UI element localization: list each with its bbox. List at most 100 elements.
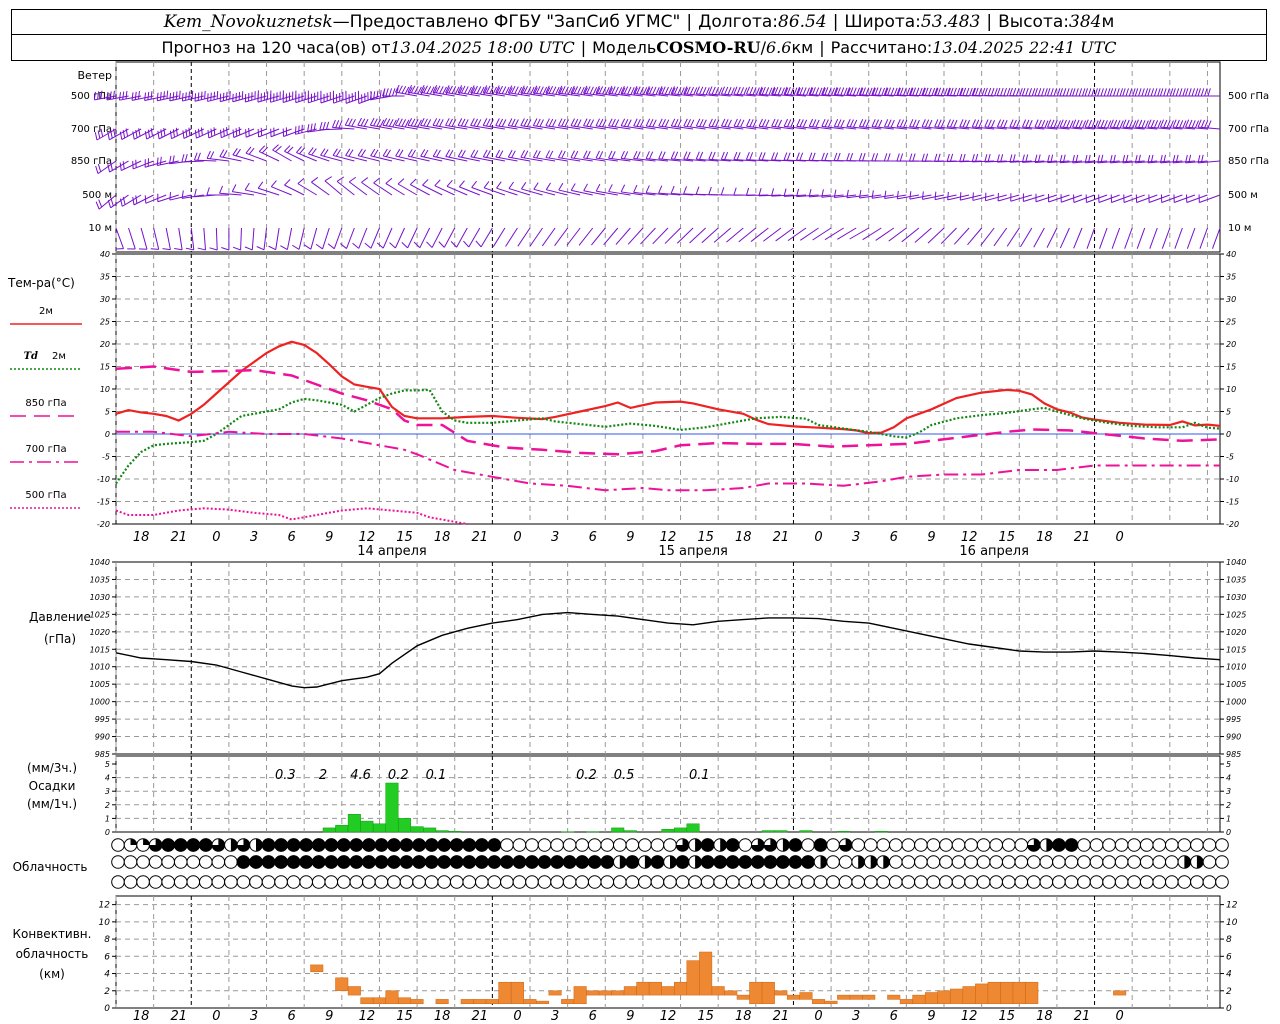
wind-barb-shaft bbox=[1086, 227, 1096, 249]
cloud-cover-symbol bbox=[788, 875, 803, 889]
cloud-circle bbox=[939, 838, 953, 852]
convective-bar bbox=[837, 994, 851, 1000]
wind-barb-shaft bbox=[554, 227, 569, 247]
cloud-cover-symbol bbox=[826, 838, 840, 852]
cloud-title: Облачность bbox=[13, 860, 88, 874]
wind-barb-feather bbox=[1157, 88, 1161, 97]
convective-xtick-label: 9 bbox=[626, 1009, 634, 1024]
wind-barb bbox=[507, 149, 531, 162]
wind-barb bbox=[352, 227, 368, 249]
convective-xtick-label: 21 bbox=[472, 1009, 489, 1024]
cloud-cover-symbol bbox=[738, 855, 753, 869]
cloud-cover-symbol bbox=[399, 855, 414, 869]
convective-title-2: облачность bbox=[16, 947, 89, 961]
cloud-fill-full bbox=[437, 838, 451, 852]
temp-panel-ytick-label-left: 0 bbox=[105, 430, 110, 439]
wind-barb bbox=[871, 153, 894, 162]
wind-barb bbox=[244, 182, 267, 196]
wind-barb-feather bbox=[946, 153, 950, 162]
wind-barb-feather bbox=[369, 117, 375, 126]
cloud-circle bbox=[1139, 875, 1154, 889]
wind-barb-feather bbox=[194, 130, 197, 139]
wind-barb-shaft bbox=[178, 227, 183, 250]
convective-bar bbox=[912, 994, 926, 1004]
wind-barb-feather bbox=[589, 86, 594, 95]
wind-barb bbox=[376, 227, 393, 249]
wind-barb-feather bbox=[1191, 120, 1196, 128]
temp-panel-ytick-label-left: 20 bbox=[100, 340, 110, 349]
cloud-circle bbox=[1039, 875, 1054, 889]
wind-barb-feather bbox=[498, 150, 504, 158]
wind-barb bbox=[1097, 154, 1120, 164]
temp-xtick-label: 0 bbox=[1115, 530, 1123, 545]
cloud-circle bbox=[1215, 855, 1229, 869]
wind-barb-feather bbox=[172, 92, 175, 101]
cloud-cover-symbol bbox=[939, 855, 953, 869]
wind-barb-feather bbox=[523, 150, 529, 159]
convective-xtick-label: 6 bbox=[589, 1009, 597, 1024]
cloud-cover-symbol bbox=[311, 838, 326, 852]
cloud-fill-full bbox=[261, 838, 276, 852]
cloud-cover-symbol bbox=[663, 875, 677, 889]
wind-barb-feather bbox=[135, 195, 138, 204]
wind-barb-feather bbox=[858, 190, 862, 199]
cloud-cover-symbol bbox=[838, 875, 853, 889]
wind-barb-feather bbox=[159, 91, 162, 101]
wind-barb-feather bbox=[1003, 87, 1007, 96]
wind-barb-feather bbox=[1182, 88, 1186, 97]
precip-bar bbox=[674, 827, 688, 833]
convective-bar bbox=[347, 986, 361, 996]
cloud-cover-symbol bbox=[1089, 855, 1104, 869]
wind-barb-feather bbox=[1200, 88, 1205, 97]
wind-barb-feather bbox=[1191, 88, 1196, 97]
wind-barb bbox=[358, 90, 380, 104]
wind-barb-feather bbox=[548, 86, 554, 94]
wind-barb-feather bbox=[598, 86, 604, 94]
wind-barb-feather bbox=[962, 153, 966, 162]
wind-barb-feather bbox=[397, 178, 405, 185]
wind-barb-feather bbox=[188, 91, 190, 100]
wind-barb-feather bbox=[226, 127, 228, 136]
wind-barb-feather bbox=[648, 151, 654, 160]
wind-barb-feather bbox=[1172, 88, 1176, 97]
cloud-fill-full bbox=[387, 838, 401, 852]
wind-barb-feather bbox=[438, 241, 445, 248]
wind-barb-feather bbox=[815, 87, 820, 96]
cloud-cover-symbol bbox=[236, 875, 251, 889]
wind-barb bbox=[470, 149, 493, 162]
cloud-cover-symbol bbox=[1039, 875, 1054, 889]
convective-xtick-label: 0 bbox=[212, 1009, 220, 1024]
convective-bar bbox=[460, 999, 474, 1004]
wind-barb-feather bbox=[984, 87, 988, 96]
wind-barb-feather bbox=[410, 118, 416, 127]
wind-barb-feather bbox=[862, 119, 867, 128]
wind-barb-feather bbox=[351, 119, 356, 127]
wind-barb bbox=[413, 227, 431, 249]
cloud-cover-symbol bbox=[337, 838, 351, 852]
cloud-fill-full bbox=[449, 855, 464, 869]
wind-barb bbox=[940, 227, 957, 245]
cloud-cover-symbol bbox=[236, 838, 251, 852]
wind-barb bbox=[664, 227, 681, 244]
convective-bar bbox=[711, 986, 725, 996]
cloud-cover-symbol bbox=[813, 855, 828, 869]
convective-bar bbox=[398, 997, 412, 1004]
cloud-circle bbox=[1014, 855, 1029, 869]
wind-barb-feather bbox=[761, 119, 767, 127]
wind-barb-shaft bbox=[927, 227, 945, 244]
wind-barb-feather bbox=[423, 118, 428, 127]
temp-xtick-label: 21 bbox=[773, 530, 790, 545]
wind-barb-feather bbox=[432, 149, 438, 157]
convective-bar bbox=[950, 988, 964, 1004]
temp-xtick-label: 3 bbox=[852, 530, 860, 545]
cloud-cover-symbol bbox=[311, 875, 326, 889]
wind-barb bbox=[245, 127, 267, 138]
cloud-circle bbox=[311, 875, 326, 889]
cloud-circle bbox=[550, 838, 564, 852]
wind-barb-feather bbox=[414, 86, 419, 94]
cloud-cover-symbol bbox=[236, 855, 251, 869]
precip-panel-ytick-label-left: 4 bbox=[105, 774, 110, 783]
cloud-circle bbox=[1127, 855, 1141, 869]
cloud-fill-full bbox=[412, 855, 426, 869]
wind-barb-feather bbox=[169, 130, 172, 139]
